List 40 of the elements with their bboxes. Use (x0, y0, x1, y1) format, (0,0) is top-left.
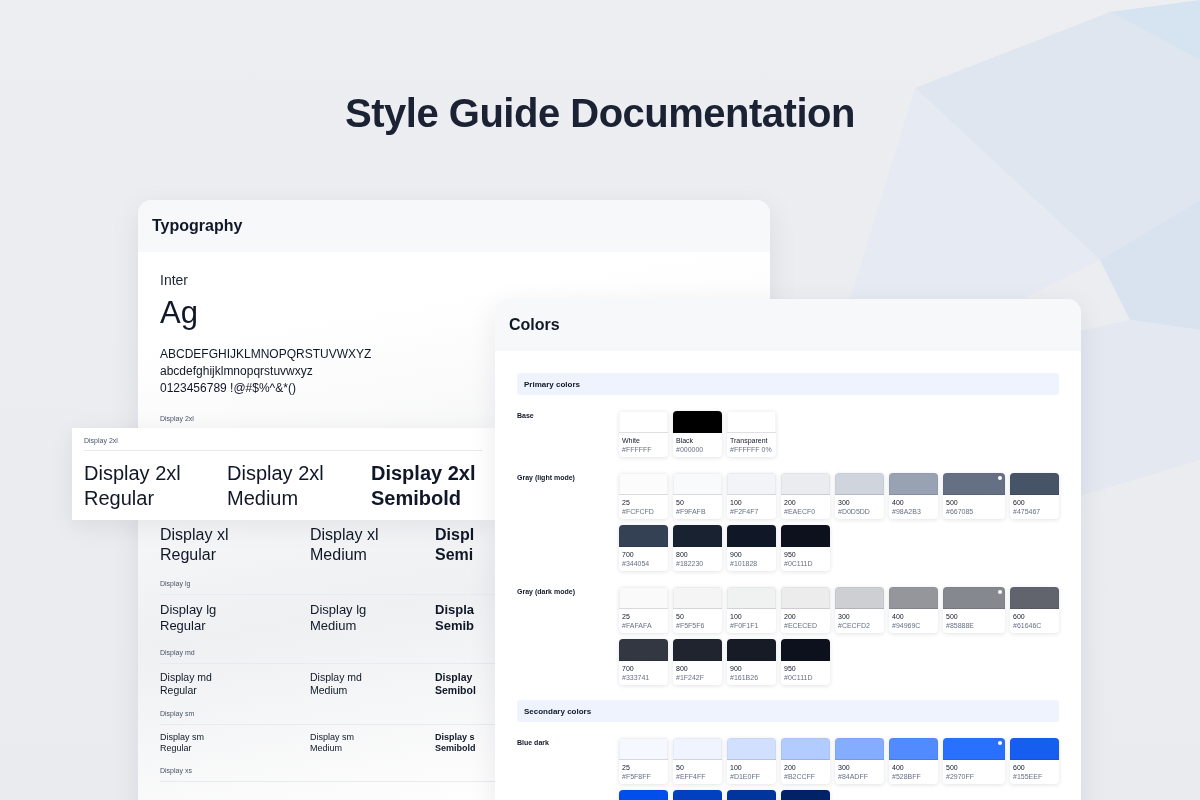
type-sample: Medium (310, 684, 348, 697)
type-sample: Semibold (435, 743, 476, 754)
type-sample: Display (435, 671, 473, 684)
type-sample: Regular (160, 743, 192, 754)
type-sample: Medium (227, 486, 299, 511)
type-sample: Display 2xl (227, 461, 324, 486)
type-sample: Display sm (310, 732, 354, 743)
type-sample: Displ (435, 525, 475, 545)
type-sample: Regular (160, 684, 197, 697)
type-sample: Display xl (160, 525, 229, 545)
type-sample: Display lg (160, 602, 217, 618)
type-sample: Displa (435, 602, 474, 618)
type-sample: Display sm (160, 732, 204, 743)
page-title: Style Guide Documentation (344, 90, 856, 137)
type-sample: Display s (435, 732, 475, 743)
panel-title: Typography (152, 217, 243, 235)
type-sample: Semib (435, 618, 474, 634)
type-sample: Regular (160, 618, 206, 634)
font-name: Inter (160, 272, 188, 289)
type-sample: Display xl (310, 525, 379, 545)
type-sample: Regular (84, 486, 155, 511)
type-sample: Display 2xl (371, 461, 476, 486)
type-sample: Display md (160, 671, 212, 684)
type-sample: Medium (310, 618, 357, 634)
glyph-line: abcdefghijklmnopqrstuvwxyz (160, 363, 313, 380)
type-sample: Medium (310, 743, 342, 754)
type-sample: Regular (160, 545, 217, 565)
panel-title: Colors (509, 316, 560, 334)
type-sample: Medium (310, 545, 367, 565)
section-heading: Primary colors (524, 379, 581, 389)
type-sample: Semibol (435, 684, 476, 697)
type-sample: Display 2xl (84, 461, 181, 486)
type-sample: Display lg (310, 602, 367, 618)
type-sample: Semi (435, 545, 474, 565)
type-sample: Display md (310, 671, 362, 684)
glyph-line: ABCDEFGHIJKLMNOPQRSTUVWXYZ (160, 346, 372, 363)
section-heading: Secondary colors (524, 706, 592, 716)
type-sample: Semibold (371, 486, 461, 511)
glyph-line: 0123456789 !@#$%^&*() (160, 380, 296, 397)
font-specimen: Ag (160, 295, 198, 331)
